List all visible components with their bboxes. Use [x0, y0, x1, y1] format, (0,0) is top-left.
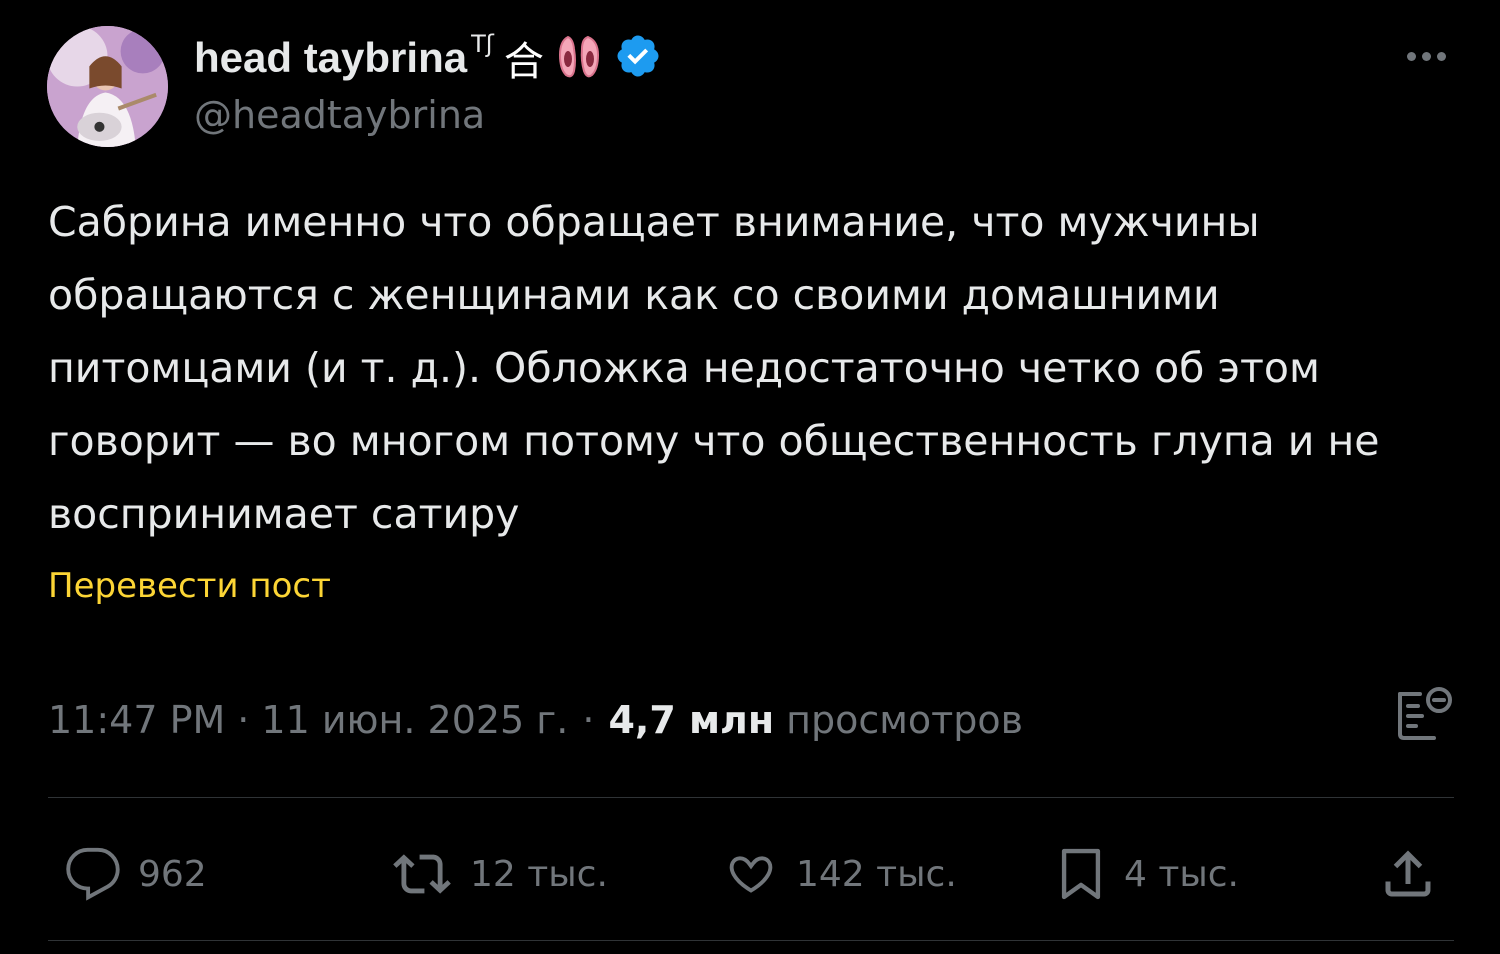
repost-button[interactable]: 12 тыс.	[388, 840, 608, 908]
repost-icon	[393, 854, 451, 894]
repost-count: 12 тыс.	[470, 853, 608, 895]
share-icon	[1385, 850, 1431, 897]
share-button[interactable]	[1378, 840, 1438, 908]
more-dot	[1436, 51, 1446, 61]
divider	[48, 940, 1454, 941]
more-options-icon[interactable]	[1398, 40, 1454, 72]
post-analytics-icon[interactable]	[1394, 684, 1456, 742]
author-name-superscript: Tʃ	[471, 30, 494, 58]
reply-icon	[66, 847, 120, 901]
like-count: 142 тыс.	[796, 853, 957, 895]
bookmark-icon	[1061, 848, 1101, 900]
author-name-row: head taybrina Tʃ 合	[194, 28, 662, 88]
post-text: Сабрина именно что обращает внимание, чт…	[48, 198, 1380, 538]
post-meta: 11:47 PM · 11 июн. 2025 г. · 4,7 млн про…	[48, 690, 1023, 750]
post-time[interactable]: 11:47 PM	[48, 698, 225, 742]
translate-post-link[interactable]: Перевести пост	[48, 566, 331, 606]
bookmark-button[interactable]: 4 тыс.	[1052, 840, 1239, 908]
more-dot	[1421, 51, 1431, 61]
verified-badge-icon[interactable]	[614, 32, 662, 84]
author-display-name[interactable]: head taybrina	[194, 34, 467, 82]
avatar-image	[47, 26, 168, 147]
post-date[interactable]: 11 июн. 2025 г.	[261, 698, 568, 742]
divider	[48, 797, 1454, 798]
author-handle[interactable]: @headtaybrina	[194, 93, 485, 137]
reply-count: 962	[138, 853, 207, 895]
views-label: просмотров	[786, 698, 1024, 742]
views-count: 4,7 млн	[608, 698, 775, 742]
heart-icon	[729, 856, 773, 893]
more-dot	[1406, 51, 1416, 61]
author-name-glyph: 合	[503, 39, 544, 85]
bookmark-count: 4 тыс.	[1124, 853, 1239, 895]
ballet-shoes-icon	[554, 31, 604, 85]
like-button[interactable]: 142 тыс.	[720, 840, 957, 908]
avatar[interactable]	[47, 26, 168, 147]
meta-separator: ·	[237, 698, 250, 742]
meta-separator: ·	[582, 698, 595, 742]
reply-button[interactable]: 962	[62, 840, 207, 908]
